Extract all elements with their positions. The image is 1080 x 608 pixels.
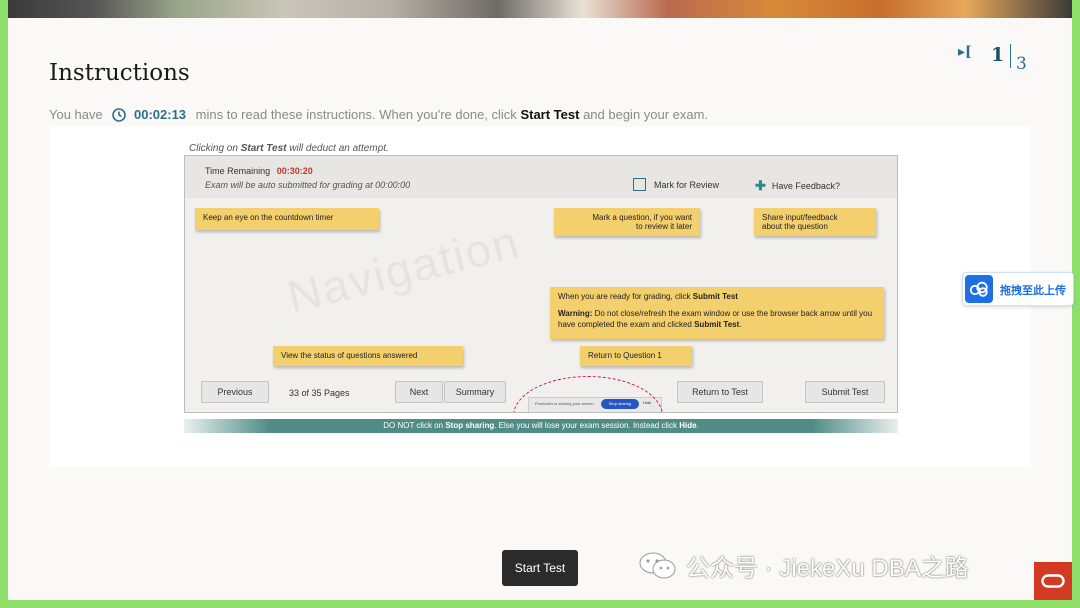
upload-widget[interactable]: 拖拽至此上传 bbox=[962, 272, 1074, 306]
previous-button[interactable]: Previous bbox=[201, 381, 269, 403]
timer-middle: mins to read these instructions. When yo… bbox=[195, 107, 517, 122]
navigation-screenshot: Time Remaining 00:30:20 Exam will be aut… bbox=[184, 155, 898, 413]
current-page: 1 bbox=[991, 44, 1005, 66]
timer-value: 00:02:13 bbox=[134, 107, 187, 122]
header-banner bbox=[8, 0, 1072, 18]
pager-divider bbox=[1010, 44, 1011, 68]
sticky-mark-review: Mark a question, if you want to review i… bbox=[554, 208, 700, 236]
timer-action: Start Test bbox=[520, 107, 580, 122]
have-feedback: ✚ Have Feedback? bbox=[755, 178, 840, 194]
sticky-warning-text: Warning: Do not close/refresh the exam w… bbox=[558, 309, 873, 329]
sticky-ready-bold: Submit Test bbox=[692, 292, 738, 301]
plus-icon: ✚ bbox=[755, 178, 766, 193]
time-remaining-label: Time Remaining bbox=[205, 166, 271, 176]
footer-middle: . Else you will lose your exam session. … bbox=[494, 421, 677, 430]
mark-for-review-label: Mark for Review bbox=[654, 180, 720, 190]
sticky-ready-prefix: When you are ready for grading, click bbox=[558, 292, 691, 301]
app-frame: Instructions ▸[ 1 3 You have 00:02:13 mi… bbox=[8, 0, 1072, 600]
navigation-watermark: Navigation bbox=[282, 215, 526, 323]
screenshot-header: Time Remaining 00:30:20 Exam will be aut… bbox=[185, 156, 897, 198]
sticky-share-line1: Share input/feedback bbox=[762, 213, 838, 222]
sticky-view-status: View the status of questions answered bbox=[273, 346, 463, 366]
mark-for-review: Mark for Review bbox=[633, 178, 719, 191]
next-button[interactable]: Next bbox=[395, 381, 443, 403]
footer-bold-hide: Hide bbox=[679, 421, 697, 430]
wechat-watermark: 公众号 · JiekeXu DBA之路 bbox=[638, 548, 969, 588]
sticky-mark-line1: Mark a question, if you want bbox=[592, 213, 692, 222]
sticky-warning-label: Warning: bbox=[558, 309, 593, 319]
have-feedback-label: Have Feedback? bbox=[771, 181, 840, 191]
start-test-button[interactable]: Start Test bbox=[502, 550, 578, 586]
sticky-warning: When you are ready for grading, click Su… bbox=[550, 287, 884, 339]
sticky-return-question: Return to Question 1 bbox=[580, 346, 692, 366]
attempt-note-suffix: will deduct an attempt. bbox=[289, 143, 389, 154]
footer-prefix: DO NOT click on bbox=[383, 421, 444, 430]
footer-bold-stop: Stop sharing bbox=[445, 421, 495, 430]
page-count: 33 of 35 Pages bbox=[289, 388, 350, 398]
page-title: Instructions bbox=[49, 60, 190, 86]
collapse-bracket-icon[interactable]: ▸[ bbox=[958, 44, 972, 60]
attempt-note: Clicking on Start Test will deduct an at… bbox=[189, 143, 389, 154]
time-remaining-value: 00:30:20 bbox=[276, 166, 313, 176]
return-to-test-button[interactable]: Return to Test bbox=[677, 381, 763, 403]
time-remaining: Time Remaining 00:30:20 bbox=[205, 166, 313, 176]
timer-suffix: and begin your exam. bbox=[583, 107, 709, 122]
oracle-logo-icon bbox=[1034, 562, 1072, 600]
sticky-share-line2: about the question bbox=[762, 222, 828, 231]
summary-button[interactable]: Summary bbox=[444, 381, 506, 403]
attempt-note-prefix: Clicking on bbox=[189, 143, 238, 154]
upload-label: 拖拽至此上传 bbox=[1000, 285, 1066, 297]
share-warning-bar: DO NOT click on Stop sharing. Else you w… bbox=[184, 419, 898, 433]
attempt-note-bold: Start Test bbox=[240, 143, 287, 154]
submit-test-button[interactable]: Submit Test bbox=[805, 381, 885, 403]
wechat-icon bbox=[638, 551, 678, 588]
sticky-mark-line2: to review it later bbox=[635, 222, 692, 231]
sticky-feedback: Share input/feedback about the question bbox=[754, 208, 876, 236]
sticky-warning-bold: Submit Test bbox=[694, 319, 740, 329]
checkbox-icon bbox=[633, 178, 646, 191]
cloud-upload-icon bbox=[965, 275, 993, 303]
instructions-panel: Clicking on Start Test will deduct an at… bbox=[49, 127, 1031, 467]
clock-icon bbox=[112, 108, 127, 125]
highlight-ellipse bbox=[513, 376, 663, 412]
sticky-ready: When you are ready for grading, click Su… bbox=[558, 292, 876, 302]
timer-prefix: You have bbox=[49, 107, 103, 122]
auto-submit-note: Exam will be auto submitted for grading … bbox=[205, 180, 411, 190]
reading-timer: You have 00:02:13 mins to read these ins… bbox=[49, 107, 708, 125]
footer-end: . bbox=[696, 421, 699, 430]
sticky-countdown: Keep an eye on the countdown timer bbox=[195, 208, 379, 230]
total-pages: 3 bbox=[1016, 54, 1027, 74]
wechat-watermark-text: 公众号 · JiekeXu DBA之路 bbox=[686, 555, 969, 582]
